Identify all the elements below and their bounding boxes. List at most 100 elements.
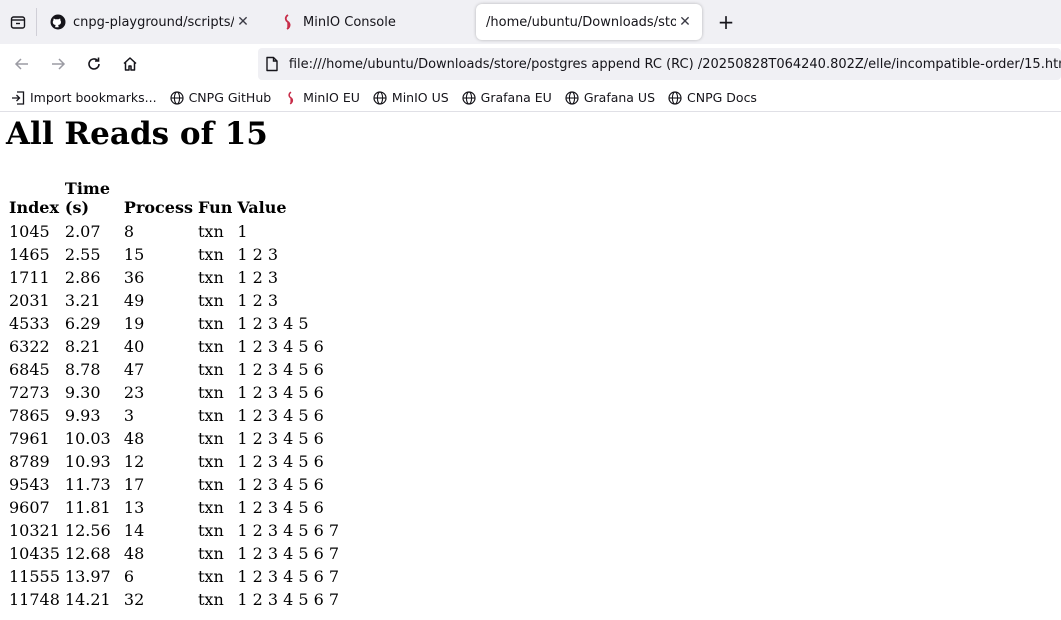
index-cell: 11748 [9,590,60,609]
table-header-row: Index Time (s) Process Fun Value [6,178,341,220]
bookmark-grafana-us[interactable]: Grafana US [564,90,655,106]
table-row: 7865 9.93 3 txn 1 2 3 4 5 6 [6,404,341,427]
index-cell: 7961 [9,429,50,448]
globe-icon [461,90,477,106]
value-cell: 1 2 3 4 5 6 [237,475,324,494]
import-icon [10,90,26,106]
index-cell: 8789 [9,452,50,471]
process-cell: 19 [123,314,145,333]
table-row: 8789 10.93 12 txn 1 2 3 4 5 6 [6,450,341,473]
fun-cell: txn [197,406,224,425]
tab-list-button[interactable] [0,4,36,40]
process-cell: 3 [123,406,135,425]
time-cell: 12.56 [64,521,111,540]
time-cell: 11.73 [64,475,111,494]
process-cell: 14 [123,521,145,540]
index-cell: 10435 [9,544,60,563]
value-cell: 1 2 3 4 5 6 [237,383,324,402]
time-cell: 2.86 [64,268,101,287]
process-cell: 36 [123,268,145,287]
address-bar[interactable] [258,48,1061,80]
navigation-toolbar [0,44,1061,84]
process-cell: 12 [123,452,145,471]
time-cell: 9.30 [64,383,101,402]
bookmarks-toolbar: Import bookmarks... CNPG GitHub MinIO EU… [0,84,1061,112]
table-row: 7961 10.03 48 txn 1 2 3 4 5 6 [6,427,341,450]
bookmark-grafana-eu[interactable]: Grafana EU [461,90,552,106]
home-button[interactable] [112,48,148,80]
reload-icon [88,57,100,70]
table-row: 11555 13.97 6 txn 1 2 3 4 5 6 7 [6,565,341,588]
reload-button[interactable] [76,48,112,80]
table-row: 6845 8.78 47 txn 1 2 3 4 5 6 [6,358,341,381]
value-cell: 1 2 3 4 5 6 [237,337,324,356]
time-cell: 2.07 [64,222,101,241]
value-cell: 1 2 3 [237,245,279,264]
minio-icon [283,90,299,106]
bookmark-cnpg-docs[interactable]: CNPG Docs [667,90,757,106]
column-header-value: Value [237,198,287,217]
time-cell: 12.68 [64,544,111,563]
bookmark-import[interactable]: Import bookmarks... [10,90,157,106]
fun-cell: txn [197,245,224,264]
index-cell: 10321 [9,521,60,540]
process-cell: 23 [123,383,145,402]
process-cell: 49 [123,291,145,310]
fun-cell: txn [197,291,224,310]
tab-local-file[interactable]: /home/ubuntu/Downloads/store ✕ [476,4,702,40]
tab-github[interactable]: cnpg-playground/scripts/set ✕ [40,4,260,40]
value-cell: 1 2 3 4 5 [237,314,309,333]
bookmark-label: MinIO US [391,90,449,105]
fun-cell: txn [197,590,224,609]
new-tab-button[interactable]: + [712,8,740,36]
time-cell: 10.93 [64,452,111,471]
index-cell: 1711 [9,268,50,287]
table-row: 1465 2.55 15 txn 1 2 3 [6,243,341,266]
bookmark-label: MinIO EU [303,90,360,105]
tab-minio-console[interactable]: MinIO Console [270,4,470,40]
bookmark-label: CNPG GitHub [188,90,272,105]
table-row: 10435 12.68 48 txn 1 2 3 4 5 6 7 [6,542,341,565]
fun-cell: txn [197,498,224,517]
close-icon[interactable]: ✕ [234,14,252,30]
bookmark-label: Grafana US [583,90,656,105]
value-cell: 1 2 3 4 5 6 [237,406,324,425]
time-cell: 10.03 [64,429,111,448]
tab-title: MinIO Console [303,14,396,30]
globe-icon [667,90,683,106]
table-row: 6322 8.21 40 txn 1 2 3 4 5 6 [6,335,341,358]
page-icon [258,56,287,72]
arrow-right-icon [52,58,66,70]
bookmark-minio-eu[interactable]: MinIO EU [283,90,360,106]
fun-cell: txn [197,429,224,448]
globe-icon [169,90,185,106]
table-row: 1711 2.86 36 txn 1 2 3 [6,266,341,289]
reads-table: Index Time (s) Process Fun Value 1045 2.0… [6,178,341,611]
value-cell: 1 2 3 4 5 6 7 [237,567,340,586]
fun-cell: txn [197,314,224,333]
index-cell: 6845 [9,360,50,379]
back-button[interactable] [4,48,40,80]
process-cell: 8 [123,222,135,241]
time-cell: 2.55 [64,245,101,264]
tab-list-icon [10,16,26,29]
close-icon[interactable]: ✕ [676,14,694,30]
index-cell: 1045 [9,222,50,241]
value-cell: 1 2 3 4 5 6 7 [237,544,340,563]
github-icon [50,14,66,30]
bookmark-cnpg-github[interactable]: CNPG GitHub [169,90,272,106]
time-cell: 8.78 [64,360,101,379]
table-row: 9543 11.73 17 txn 1 2 3 4 5 6 [6,473,341,496]
forward-button[interactable] [40,48,76,80]
table-row: 2031 3.21 49 txn 1 2 3 [6,289,341,312]
index-cell: 1465 [9,245,50,264]
page-content: All Reads of 15 Index Time (s) Process F… [0,114,1061,611]
index-cell: 11555 [9,567,60,586]
bookmark-minio-us[interactable]: MinIO US [372,90,449,106]
process-cell: 15 [123,245,145,264]
column-header-fun: Fun [197,198,233,217]
url-input[interactable] [286,56,1061,72]
bookmark-label: CNPG Docs [687,90,757,105]
table-body: 1045 2.07 8 txn 1 1465 2.55 15 txn 1 2 3 1711 2.86 3… [6,220,341,611]
time-cell: 11.81 [64,498,111,517]
